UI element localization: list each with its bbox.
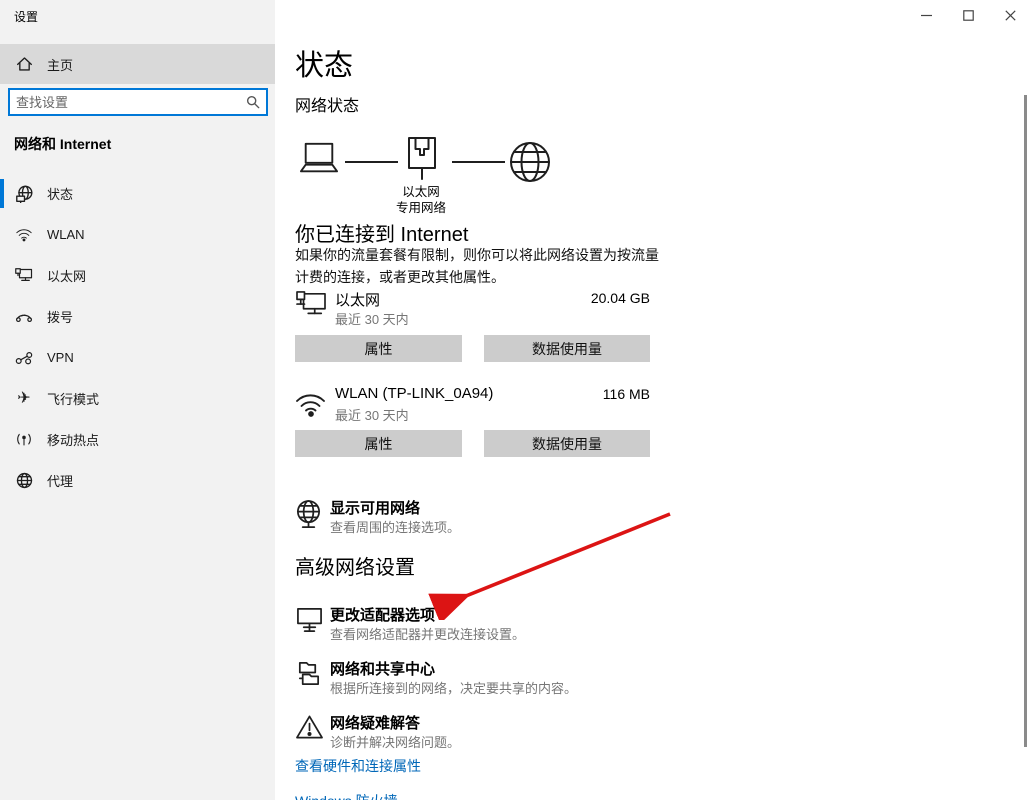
laptop-icon bbox=[296, 140, 342, 178]
network-sharing-center[interactable]: 网络和共享中心 根据所连接到的网络，决定要共享的内容。 bbox=[295, 658, 665, 698]
airplane-icon: ✈ bbox=[14, 391, 34, 407]
change-adapter-options[interactable]: 更改适配器选项 查看网络适配器并更改连接设置。 bbox=[295, 604, 665, 644]
ethernet-icon bbox=[14, 268, 34, 283]
adapter-usage: 116 MB bbox=[295, 386, 650, 402]
sidebar-item-mobile-hotspot[interactable]: 移动热点 bbox=[0, 419, 275, 460]
ethernet-plug-icon bbox=[406, 136, 438, 182]
network-diagram: 以太网 专用网络 bbox=[295, 136, 595, 220]
properties-button[interactable]: 属性 bbox=[295, 335, 462, 362]
windows-firewall-link[interactable]: Windows 防火墙 bbox=[295, 791, 398, 800]
vpn-icon bbox=[14, 351, 34, 365]
vertical-scrollbar-thumb[interactable] bbox=[1024, 95, 1027, 747]
close-button[interactable] bbox=[989, 0, 1031, 30]
network-troubleshooter[interactable]: 网络疑难解答 诊断并解决网络问题。 bbox=[295, 712, 665, 752]
adapter-row: 以太网 最近 30 天内 20.04 GB bbox=[295, 288, 650, 332]
feature-description: 诊断并解决网络问题。 bbox=[330, 732, 460, 751]
sidebar-item-ethernet[interactable]: 以太网 bbox=[0, 255, 275, 296]
main-content: 状态 网络状态 bbox=[295, 0, 675, 800]
adapter-monitor-icon bbox=[295, 606, 324, 633]
sidebar-item-label: 状态 bbox=[47, 184, 73, 203]
window-title: 设置 bbox=[14, 8, 38, 25]
adapter-buttons: 属性 数据使用量 bbox=[295, 335, 650, 362]
adapter-usage: 20.04 GB bbox=[295, 290, 650, 306]
data-usage-button[interactable]: 数据使用量 bbox=[484, 430, 650, 457]
sidebar-item-label: 代理 bbox=[47, 471, 73, 490]
adapter-buttons: 属性 数据使用量 bbox=[295, 430, 650, 457]
sidebar-item-airplane-mode[interactable]: ✈ 飞行模式 bbox=[0, 378, 275, 419]
adapter-row: WLAN (TP-LINK_0A94) 最近 30 天内 116 MB bbox=[295, 384, 650, 428]
search-icon[interactable] bbox=[240, 95, 266, 109]
search-box[interactable] bbox=[8, 88, 268, 116]
feature-description: 查看网络适配器并更改连接设置。 bbox=[330, 624, 525, 643]
dialup-icon bbox=[14, 310, 34, 324]
sidebar-item-label: 移动热点 bbox=[47, 430, 99, 449]
hardware-properties-link[interactable]: 查看硬件和连接属性 bbox=[295, 756, 421, 776]
properties-button[interactable]: 属性 bbox=[295, 430, 462, 457]
sidebar-item-label: 飞行模式 bbox=[47, 389, 99, 408]
feature-title: 显示可用网络 bbox=[330, 497, 420, 518]
sidebar-item-home[interactable]: 主页 bbox=[0, 44, 275, 84]
sidebar: 设置 主页 网络和 Internet bbox=[0, 0, 275, 800]
wifi-icon bbox=[14, 227, 34, 242]
sidebar-item-vpn[interactable]: VPN bbox=[0, 337, 275, 378]
sidebar-item-dialup[interactable]: 拨号 bbox=[0, 296, 275, 337]
selected-accent-bar bbox=[0, 179, 4, 208]
data-usage-button[interactable]: 数据使用量 bbox=[484, 335, 650, 362]
home-icon bbox=[14, 56, 34, 72]
connected-heading: 你已连接到 Internet bbox=[295, 218, 468, 247]
connected-description: 如果你的流量套餐有限制，则你可以将此网络设置为按流量计费的连接，或者更改其他属性… bbox=[295, 244, 659, 288]
sidebar-item-proxy[interactable]: 代理 bbox=[0, 460, 275, 501]
hotspot-icon bbox=[14, 432, 34, 447]
advanced-settings-heading: 高级网络设置 bbox=[295, 551, 415, 580]
feature-title: 网络疑难解答 bbox=[330, 712, 420, 733]
warning-triangle-icon bbox=[295, 714, 324, 740]
feature-title: 更改适配器选项 bbox=[330, 604, 435, 625]
sidebar-home-label: 主页 bbox=[47, 55, 73, 74]
proxy-globe-icon bbox=[14, 472, 34, 489]
feature-title: 网络和共享中心 bbox=[330, 658, 435, 679]
sidebar-item-label: 以太网 bbox=[47, 266, 86, 285]
adapter-period: 最近 30 天内 bbox=[335, 309, 409, 328]
window-controls bbox=[905, 0, 1031, 30]
sidebar-item-label: 拨号 bbox=[47, 307, 73, 326]
search-input[interactable] bbox=[10, 90, 240, 114]
minimize-button[interactable] bbox=[905, 0, 947, 30]
sidebar-item-status[interactable]: 状态 bbox=[0, 173, 275, 214]
page-title: 状态 bbox=[295, 42, 353, 84]
globe-icon bbox=[508, 140, 552, 184]
sidebar-section-title: 网络和 Internet bbox=[14, 134, 111, 154]
sidebar-item-wlan[interactable]: WLAN bbox=[0, 214, 275, 255]
feature-description: 根据所连接到的网络，决定要共享的内容。 bbox=[330, 678, 577, 697]
globe-network-icon bbox=[295, 499, 322, 532]
show-available-networks[interactable]: 显示可用网络 查看周围的连接选项。 bbox=[295, 497, 665, 537]
connection-line bbox=[345, 161, 398, 163]
diagram-network-label: 以太网 专用网络 bbox=[371, 184, 471, 216]
feature-description: 查看周围的连接选项。 bbox=[330, 517, 460, 536]
sharing-folders-icon bbox=[295, 660, 322, 687]
sidebar-item-label: VPN bbox=[47, 350, 74, 365]
maximize-button[interactable] bbox=[947, 0, 989, 30]
network-status-icon bbox=[14, 185, 34, 203]
adapter-period: 最近 30 天内 bbox=[335, 405, 409, 424]
sidebar-item-label: WLAN bbox=[47, 227, 85, 242]
connection-line bbox=[452, 161, 505, 163]
settings-window: 设置 主页 网络和 Internet bbox=[0, 0, 1031, 800]
sidebar-nav: 状态 WLAN bbox=[0, 173, 275, 501]
network-status-heading: 网络状态 bbox=[295, 92, 359, 116]
